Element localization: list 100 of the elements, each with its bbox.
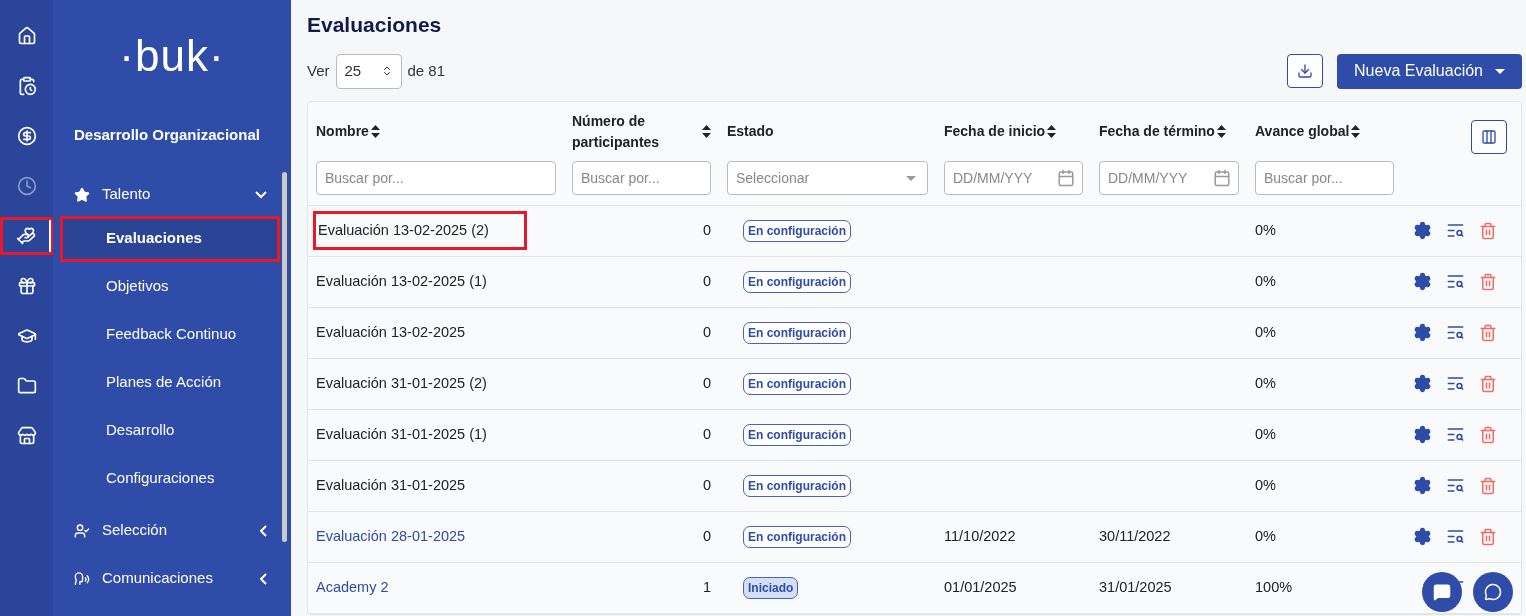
filter-field[interactable]: Buscar por...: [1255, 160, 1394, 195]
settings-icon[interactable]: [1413, 374, 1432, 393]
evaluation-link[interactable]: Evaluación 28-01-2025: [316, 525, 466, 548]
sidebar-item[interactable]: Configuraciones: [63, 458, 277, 499]
date-field[interactable]: DD/MM/YYY: [944, 160, 1083, 195]
progress-value: 0%: [1255, 221, 1276, 238]
end-date: 30/11/2022: [1099, 527, 1171, 544]
sort-icon[interactable]: [702, 125, 711, 138]
speaking-person-icon: [74, 570, 90, 587]
evaluation-name: Evaluación 31-01-2025 (2): [316, 373, 487, 393]
progress-value: 0%: [1255, 425, 1276, 442]
status-badge: En configuración: [743, 219, 851, 242]
scrollbar[interactable]: [282, 172, 287, 542]
calendar-icon: [1057, 168, 1075, 187]
filter-field[interactable]: Buscar por...: [572, 160, 711, 195]
page-title: Evaluaciones: [307, 12, 443, 38]
participants-count: 1: [702, 578, 711, 595]
message-icon: [1484, 583, 1502, 601]
clock-icon: [16, 176, 37, 196]
trash-icon[interactable]: [1479, 425, 1497, 444]
sort-icon[interactable]: [1047, 125, 1057, 138]
list-search-icon[interactable]: [1446, 374, 1465, 393]
sidebar-item[interactable]: Desarrollo: [63, 410, 277, 451]
list-search-icon[interactable]: [1446, 272, 1465, 291]
list-search-icon[interactable]: [1446, 425, 1465, 444]
trash-icon[interactable]: [1479, 374, 1497, 393]
sort-icon[interactable]: [1351, 125, 1361, 138]
sort-icon[interactable]: [1216, 125, 1226, 138]
progress-value: 0%: [1255, 323, 1276, 340]
chevron-down-icon: [255, 190, 267, 199]
sidebar-group[interactable]: Selección: [53, 506, 291, 555]
progress-value: 0%: [1255, 374, 1276, 391]
sidebar-item[interactable]: Planes de Acción: [63, 362, 277, 403]
show-label: Ver: [307, 60, 330, 81]
start-date: 01/01/2025: [944, 578, 1017, 595]
settings-icon[interactable]: [1413, 272, 1432, 291]
settings-icon[interactable]: [1413, 425, 1432, 444]
download-button[interactable]: [1287, 54, 1324, 88]
settings-icon[interactable]: [1413, 476, 1432, 495]
end-date: 31/01/2025: [1099, 578, 1172, 595]
status-badge: Iniciado: [743, 576, 799, 599]
settings-icon[interactable]: [1413, 323, 1432, 342]
sidebar-group[interactable]: Comunicaciones: [53, 554, 291, 603]
chevron-left-icon: [259, 572, 267, 585]
participants-count: 0: [702, 323, 711, 340]
list-search-icon[interactable]: [1446, 221, 1465, 240]
evaluation-name: Evaluación 31-01-2025 (1): [316, 424, 487, 444]
trash-icon[interactable]: [1479, 221, 1497, 240]
evaluation-link[interactable]: Academy 2: [316, 576, 389, 599]
sort-icon[interactable]: [370, 125, 380, 138]
start-date: 11/10/2022: [944, 527, 1016, 544]
progress-value: 0%: [1255, 476, 1276, 493]
dollar-icon: [16, 126, 37, 146]
column-header: Avance global: [1255, 122, 1350, 141]
participants-count: 0: [702, 476, 711, 493]
list-search-icon[interactable]: [1446, 323, 1465, 342]
gift-icon: [16, 276, 37, 296]
graduation-cap-icon: [16, 326, 37, 346]
progress-value: 0%: [1255, 272, 1276, 289]
columns-button[interactable]: [1471, 119, 1507, 154]
column-header: Número de participantes: [572, 111, 661, 152]
participants-count: 0: [702, 527, 711, 544]
chevron-left-icon: [259, 524, 267, 537]
status-badge: En configuración: [743, 474, 851, 497]
speech-bubble-icon: [1433, 583, 1451, 601]
status-badge: En configuración: [743, 423, 851, 446]
folder-icon: [16, 376, 37, 396]
evaluation-name: Evaluación 13-02-2025 (2): [316, 213, 524, 248]
settings-icon[interactable]: [1413, 221, 1432, 240]
sidebar-item[interactable]: Objetivos: [63, 266, 277, 307]
date-field[interactable]: DD/MM/YYY: [1099, 160, 1239, 195]
column-header: Fecha de término: [1099, 122, 1215, 141]
settings-icon[interactable]: [1413, 527, 1432, 546]
status-badge: En configuración: [743, 372, 851, 395]
filter-field[interactable]: Buscar por...: [316, 160, 556, 195]
list-search-icon[interactable]: [1446, 527, 1465, 546]
evaluation-name: Evaluación 31-01-2025: [316, 475, 466, 495]
filter-select[interactable]: Seleccionar: [727, 160, 928, 195]
participants-count: 0: [702, 221, 711, 238]
list-search-icon[interactable]: [1446, 476, 1465, 495]
status-badge: En configuración: [743, 525, 851, 548]
column-header: Fecha de inicio: [944, 122, 1046, 141]
trash-icon[interactable]: [1479, 323, 1497, 342]
sidebar-item[interactable]: Feedback Continuo: [63, 314, 277, 355]
participants-count: 0: [702, 425, 711, 442]
columns-icon: [1481, 128, 1497, 145]
trash-icon[interactable]: [1479, 527, 1497, 546]
participants-count: 0: [702, 374, 711, 391]
new-evaluation-button[interactable]: Nueva Evaluación: [1337, 53, 1522, 89]
trash-icon[interactable]: [1479, 476, 1497, 495]
buk-logo: ·buk·: [119, 34, 225, 78]
star-icon: [74, 186, 90, 203]
rail-button[interactable]: [2, 220, 51, 252]
sidebar-item[interactable]: Evaluaciones: [63, 218, 277, 259]
caret-icon: [906, 175, 916, 181]
caret-icon: [1495, 68, 1505, 74]
calendar-icon: [1213, 168, 1231, 187]
sidebar-group[interactable]: Talento: [53, 170, 291, 219]
trash-icon[interactable]: [1479, 272, 1497, 291]
page-size-select[interactable]: 25: [335, 53, 402, 89]
